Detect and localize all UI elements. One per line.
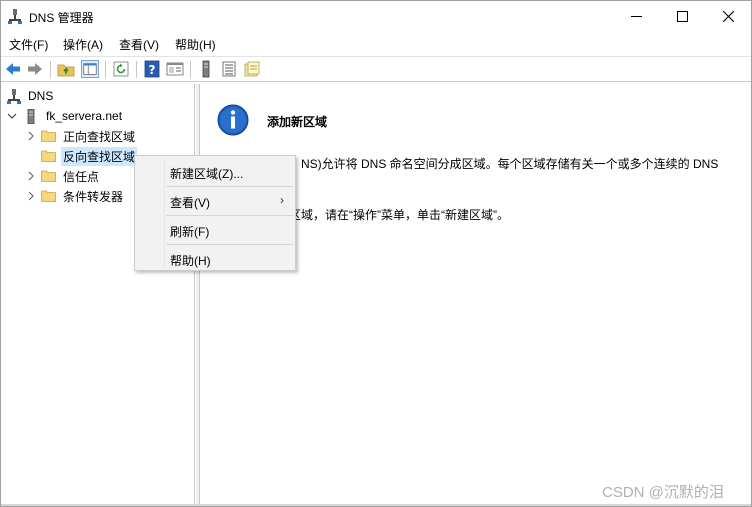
maximize-button[interactable] [659,1,705,32]
content-instruction: 区域，请在“操作”菜单，单击“新建区域”。 [289,208,509,222]
menu-file[interactable]: 文件(F) [9,36,48,53]
menu-action[interactable]: 操作(A) [63,36,103,53]
tree-item-reverse-lookup[interactable]: 反向查找区域 [25,146,138,166]
menu-help[interactable]: 帮助(H) [175,36,216,53]
toolbar-separator [136,61,137,78]
tree-label: 条件转发器 [63,189,124,204]
properties-icon[interactable] [166,60,184,78]
context-new-zone[interactable]: 新建区域(Z)... [136,158,294,184]
window-title: DNS 管理器 [29,11,94,25]
title-bar: DNS 管理器 [1,1,751,32]
maximize-icon [676,11,688,22]
content-description-line1: NS)允许将 DNS 命名空间分成区域。每个区域存储有关一个或多个连续的 DNS [301,157,719,171]
back-arrow-icon[interactable] [4,60,22,78]
tree-label: DNS [28,89,54,103]
tree-root-dns[interactable]: DNS [7,87,55,105]
minimize-icon [630,16,642,17]
tree-item-conditional-forwarders[interactable]: 条件转发器 [25,187,125,205]
tree-item-forward-lookup[interactable]: 正向查找区域 [25,127,137,145]
context-refresh[interactable]: 刷新(F) [136,216,294,242]
folder-icon [41,170,56,182]
folder-icon [41,130,56,142]
tree-label: 正向查找区域 [63,129,136,144]
submenu-arrow-icon: › [280,193,284,207]
server-icon[interactable] [197,60,215,78]
menu-item-label: 新建区域(Z)... [170,167,244,181]
toolbar-separator [105,61,106,78]
forward-arrow-icon[interactable] [26,60,44,78]
menu-bar: 文件(F) 操作(A) 查看(V) 帮助(H) [1,33,751,55]
info-icon [217,104,249,136]
tree-label: 信任点 [63,169,100,184]
menu-item-label: 查看(V) [170,196,210,210]
tree-item-trust-points[interactable]: 信任点 [25,167,101,185]
tree-label: fk_servera.net [46,109,123,123]
list-icon[interactable] [220,60,238,78]
toolbar-separator [190,61,191,78]
server-icon [27,108,35,124]
status-bar-line [1,504,751,506]
folder-icon [41,190,56,202]
svg-text:?: ? [149,63,156,77]
dns-manager-window: DNS 管理器 文件(F) 操作(A) 查看(V) 帮助(H) ? DNS fk… [0,0,752,507]
toolbar: ? [1,56,751,82]
context-help[interactable]: 帮助(H) [136,245,294,271]
tree-pane: DNS fk_servera.net 正向查找区域 反向查找区域 信任点 条件转… [1,84,195,504]
content-pane: 添加新区域 NS)允许将 DNS 命名空间分成区域。每个区域存储有关一个或多个连… [201,84,751,504]
menu-item-label: 帮助(H) [170,254,211,268]
close-icon [722,11,734,22]
tree-label: 反向查找区域 [61,146,138,166]
toolbar-separator [50,61,51,78]
watermark: CSDN @沉默的泪 [602,484,724,501]
chevron-right-icon[interactable] [25,190,37,202]
dns-icon [7,88,21,104]
show-hide-tree-icon[interactable] [81,60,99,78]
context-menu: 新建区域(Z)... 查看(V) › 刷新(F) 帮助(H) [134,155,296,271]
dns-app-icon [8,9,22,24]
context-view[interactable]: 查看(V) › [136,187,294,213]
content-heading: 添加新区域 [267,115,328,129]
chevron-right-icon[interactable] [25,130,37,142]
chevron-down-icon[interactable] [6,110,18,122]
refresh-icon[interactable] [112,60,130,78]
tree-item-server[interactable]: fk_servera.net [6,107,124,125]
menu-item-label: 刷新(F) [170,225,210,239]
menu-view[interactable]: 查看(V) [119,36,159,53]
folder-icon [41,150,56,162]
up-folder-icon[interactable] [57,60,75,78]
chevron-right-icon[interactable] [25,170,37,182]
help-icon[interactable]: ? [143,60,161,78]
pane-splitter[interactable] [196,84,200,504]
folder-icon[interactable] [243,60,261,78]
minimize-button[interactable] [613,1,659,32]
close-button[interactable] [705,1,751,32]
